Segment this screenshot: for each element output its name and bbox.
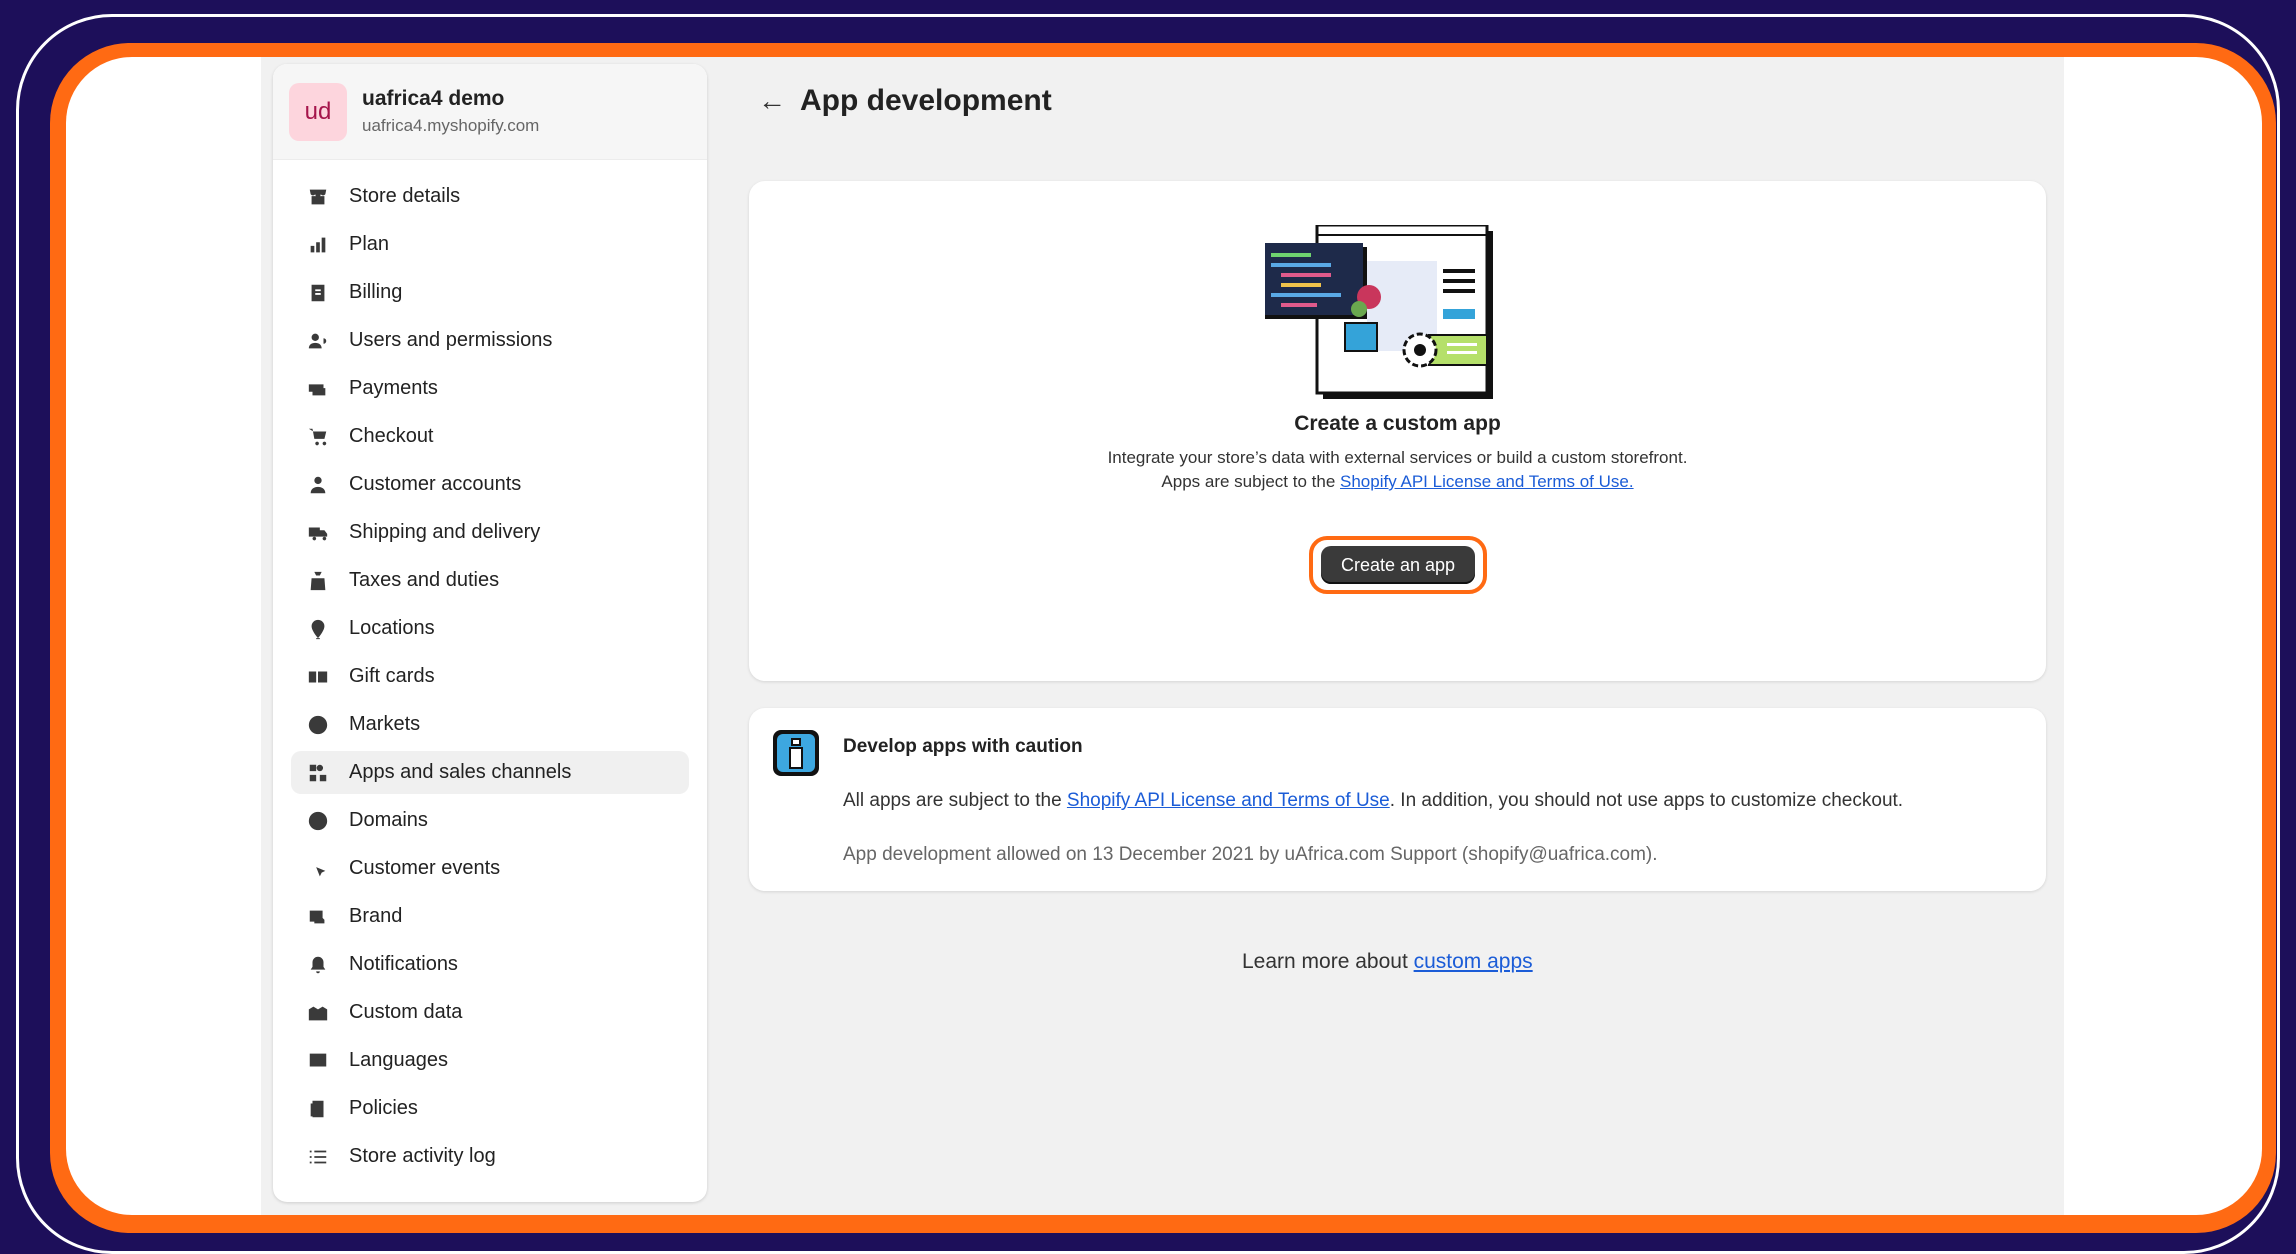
api-license-link[interactable]: Shopify API License and Terms of Use. <box>1340 472 1634 491</box>
caution-api-license-link[interactable]: Shopify API License and Terms of Use <box>1067 790 1390 811</box>
caution-meta: App development allowed on 13 December 2… <box>843 844 1658 865</box>
cart-icon <box>305 424 331 450</box>
payments-icon <box>305 376 331 402</box>
sidebar-item-payments[interactable]: Payments <box>291 367 689 410</box>
globe-currency-icon <box>305 712 331 738</box>
sidebar-item-customer-accounts[interactable]: Customer accounts <box>291 463 689 506</box>
sidebar-item-label: Policies <box>349 1097 418 1119</box>
gift-card-icon <box>305 664 331 690</box>
sidebar-item-label: Notifications <box>349 953 458 975</box>
store-avatar: ud <box>289 82 347 141</box>
sidebar-item-plan[interactable]: Plan <box>291 223 689 266</box>
policies-icon <box>305 1096 331 1122</box>
bell-icon <box>305 952 331 978</box>
sidebar-item-label: Store activity log <box>349 1145 496 1167</box>
sidebar-item-label: Taxes and duties <box>349 569 500 591</box>
sidebar-item-customer-events[interactable]: Customer events <box>291 847 689 890</box>
sidebar-item-label: Locations <box>349 617 435 639</box>
users-icon <box>305 328 331 354</box>
sidebar-item-locations[interactable]: Locations <box>291 607 689 650</box>
sidebar-item-custom-data[interactable]: Custom data <box>291 991 689 1034</box>
info-icon <box>773 730 819 776</box>
store-switcher[interactable]: ud uafrica4 demo uafrica4.myshopify.com <box>273 64 707 160</box>
sidebar-item-languages[interactable]: Languages <box>291 1039 689 1082</box>
language-icon <box>305 1048 331 1074</box>
create-app-button[interactable]: Create an app <box>1321 546 1475 584</box>
back-arrow-icon[interactable]: ← <box>758 85 786 117</box>
sidebar-item-label: Domains <box>349 809 428 831</box>
sidebar-item-notifications[interactable]: Notifications <box>291 943 689 986</box>
store-domain: uafrica4.myshopify.com <box>362 116 540 135</box>
sidebar-item-apps-and-sales-channels[interactable]: Apps and sales channels <box>291 751 689 794</box>
custom-app-illustration-icon <box>1265 225 1493 399</box>
person-icon <box>305 472 331 498</box>
settings-nav: Store details Plan Billing Users and permis… <box>273 160 707 1178</box>
settings-sidebar: ud uafrica4 demo uafrica4.myshopify.com … <box>273 64 707 1202</box>
sidebar-item-users-and-permissions[interactable]: Users and permissions <box>291 319 689 362</box>
develop-caution-card: Develop apps with caution All apps are s… <box>749 708 2046 891</box>
learn-more-text: Learn more about <box>1242 950 1414 973</box>
sidebar-item-label: Customer events <box>349 857 501 879</box>
store-icon <box>305 184 331 210</box>
taxes-icon <box>305 568 331 594</box>
caution-body-suffix: . In addition, you should not use apps t… <box>1389 790 1904 811</box>
sidebar-item-label: Checkout <box>349 425 434 447</box>
sidebar-item-label: Customer accounts <box>349 473 522 495</box>
sidebar-item-label: Plan <box>349 233 390 255</box>
sidebar-item-checkout[interactable]: Checkout <box>291 415 689 458</box>
sidebar-item-label: Gift cards <box>349 665 435 687</box>
sidebar-item-domains[interactable]: Domains <box>291 799 689 842</box>
sidebar-item-policies[interactable]: Policies <box>291 1087 689 1130</box>
sidebar-item-label: Payments <box>349 377 438 399</box>
sidebar-item-label: Shipping and delivery <box>349 521 541 543</box>
custom-apps-link[interactable]: custom apps <box>1414 950 1533 973</box>
page-title: App development <box>800 84 1052 117</box>
create-custom-app-card: Create a custom app Integrate your store… <box>749 181 2046 681</box>
sidebar-item-label: Store details <box>349 185 461 207</box>
sidebar-item-gift-cards[interactable]: Gift cards <box>291 655 689 698</box>
sidebar-item-brand[interactable]: Brand <box>291 895 689 938</box>
create-app-highlight: Create an app <box>1309 536 1487 594</box>
sidebar-item-label: Users and permissions <box>349 329 553 351</box>
list-icon <box>305 1144 331 1170</box>
sidebar-item-billing[interactable]: Billing <box>291 271 689 314</box>
sidebar-item-label: Custom data <box>349 1001 463 1023</box>
globe-icon <box>305 808 331 834</box>
plan-icon <box>305 232 331 258</box>
truck-icon <box>305 520 331 546</box>
sidebar-item-label: Billing <box>349 281 403 303</box>
brand-icon <box>305 904 331 930</box>
sidebar-item-label: Languages <box>349 1049 448 1071</box>
hero-description: Integrate your store’s data with externa… <box>1099 446 1696 494</box>
sidebar-item-store-details[interactable]: Store details <box>291 175 689 218</box>
caution-title: Develop apps with caution <box>843 736 1083 757</box>
store-name: uafrica4 demo <box>362 87 505 110</box>
sidebar-item-shipping-and-delivery[interactable]: Shipping and delivery <box>291 511 689 554</box>
cursor-click-icon <box>305 856 331 882</box>
location-icon <box>305 616 331 642</box>
billing-icon <box>305 280 331 306</box>
hero-title: Create a custom app <box>1294 412 1501 435</box>
caution-body: All apps are subject to the Shopify API … <box>843 790 1903 812</box>
store-info: uafrica4 demo uafrica4.myshopify.com <box>362 87 539 136</box>
learn-more: Learn more about custom apps <box>1242 950 1533 974</box>
sidebar-item-store-activity-log[interactable]: Store activity log <box>291 1135 689 1178</box>
apps-icon <box>305 760 331 786</box>
sidebar-item-label: Apps and sales channels <box>349 761 572 783</box>
sidebar-item-label: Brand <box>349 905 403 927</box>
custom-data-icon <box>305 1000 331 1026</box>
caution-body-text: All apps are subject to the <box>843 790 1067 811</box>
page-header: ← App development <box>758 84 1052 118</box>
sidebar-item-label: Markets <box>349 713 421 735</box>
sidebar-item-taxes-and-duties[interactable]: Taxes and duties <box>291 559 689 602</box>
sidebar-item-markets[interactable]: Markets <box>291 703 689 746</box>
